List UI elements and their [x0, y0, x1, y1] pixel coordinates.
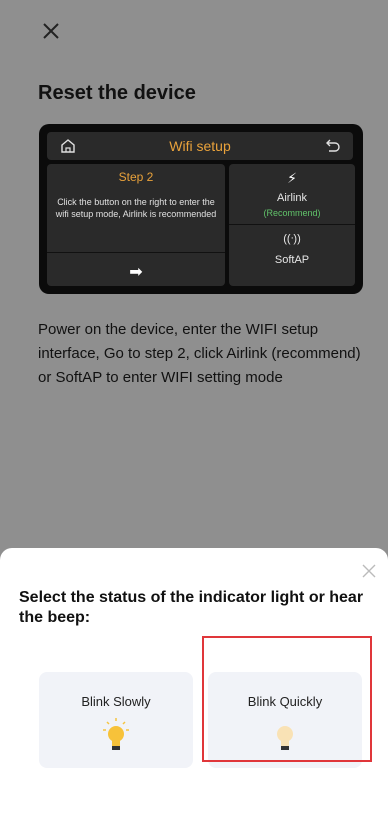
device-step-label: Step 2 — [118, 170, 154, 184]
device-mode-panel: ⚡ Airlink (Recommend) ((ᐧ)) SoftAP — [229, 164, 355, 286]
back-icon — [323, 137, 341, 155]
divider — [229, 224, 355, 225]
blink-slowly-option[interactable]: Blink Slowly — [39, 672, 193, 768]
instruction-text: Power on the device, enter the WIFI setu… — [38, 321, 361, 386]
antenna-icon: ((ᐧ)) — [283, 233, 301, 245]
device-step-panel: Step 2 Click the button on the right to … — [47, 164, 225, 286]
device-screen-illustration: Wifi setup Step 2 Click the button on th… — [39, 124, 363, 294]
sheet-title: Select the status of the indicator light… — [19, 589, 364, 626]
page-title: Reset the device — [38, 82, 196, 104]
close-icon[interactable] — [40, 20, 62, 42]
device-header-title: Wifi setup — [169, 138, 231, 154]
divider — [47, 252, 225, 253]
arrow-right-icon: ➡ — [129, 264, 143, 281]
lightbulb-on-icon — [103, 718, 129, 754]
device-airlink-label: Airlink — [277, 192, 307, 204]
device-softap-label: SoftAP — [274, 254, 310, 266]
lightning-icon: ⚡ — [287, 170, 297, 186]
device-recommend-note: (Recommend) — [263, 208, 321, 218]
device-header: Wifi setup — [47, 132, 353, 160]
close-icon[interactable] — [360, 562, 378, 580]
option-label: Blink Slowly — [81, 694, 151, 709]
device-instruction: Click the button on the right to enter t… — [55, 197, 217, 219]
selection-highlight — [202, 636, 372, 762]
